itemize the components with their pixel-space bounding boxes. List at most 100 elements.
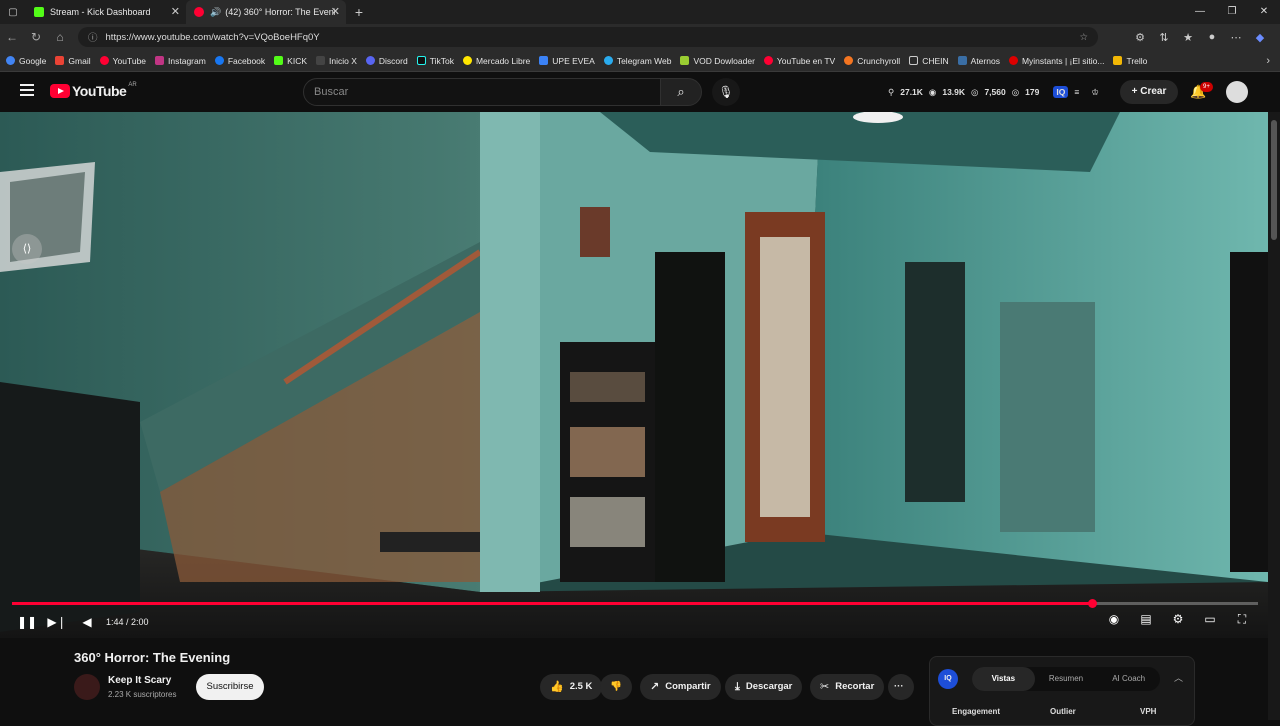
vidiq-logo: IQ — [938, 669, 958, 689]
page-scrollbar[interactable] — [1268, 112, 1280, 720]
bookmark-vod-downloader[interactable]: VOD Dowloader — [680, 56, 755, 66]
channel-avatar[interactable] — [74, 674, 100, 700]
home-icon[interactable]: ⌂ — [48, 30, 72, 44]
youtube-logo[interactable]: YouTube AR — [50, 82, 137, 99]
360-navigation-control[interactable]: ⟨⟩ — [12, 234, 42, 264]
instagram-icon — [155, 56, 165, 65]
bookmark-discord[interactable]: Discord — [365, 56, 408, 66]
crunchyroll-icon — [844, 56, 854, 65]
search-button[interactable]: ⌕ — [660, 78, 702, 106]
bookmark-google[interactable]: Google — [6, 56, 46, 66]
bookmark-instagram[interactable]: Instagram — [155, 56, 206, 66]
youtube-play-icon — [50, 84, 70, 98]
voice-search-button[interactable]: 🎙 — [712, 78, 740, 106]
maximize-icon[interactable]: ❐ — [1216, 0, 1248, 24]
subtitles-icon[interactable]: ▤ — [1130, 612, 1162, 627]
close-tab-icon[interactable]: ✕ — [331, 5, 340, 18]
kick-icon — [34, 7, 44, 17]
settings-gear-icon[interactable]: ⚙ — [1162, 612, 1194, 627]
search-input[interactable]: Buscar — [303, 78, 661, 106]
minimize-icon[interactable]: — — [1184, 0, 1216, 24]
channel-name[interactable]: Keep It Scary — [108, 675, 171, 686]
bookmark-myinstants[interactable]: Myinstants | ¡El sitio... — [1008, 56, 1104, 66]
download-button[interactable]: ⤓ Descargar — [725, 674, 803, 700]
bookmark-tiktok[interactable]: TikTok — [416, 56, 454, 66]
trello-icon — [1113, 56, 1123, 65]
menu-icon[interactable] — [20, 84, 34, 99]
bookmark-kick[interactable]: KICK — [274, 56, 307, 66]
tab-ai-coach[interactable]: AI Coach — [1097, 667, 1160, 691]
bookmark-trello[interactable]: Trello — [1113, 56, 1147, 66]
bookmark-youtube-tv[interactable]: YouTube en TV — [763, 56, 835, 66]
folder-icon — [909, 56, 919, 65]
subscribe-button[interactable]: Suscribirse — [196, 674, 264, 700]
clip-button[interactable]: ✂ Recortar — [810, 674, 885, 700]
scrollbar-thumb[interactable] — [1271, 120, 1277, 240]
tab-resumen[interactable]: Resumen — [1035, 667, 1098, 691]
bookmark-facebook[interactable]: Facebook — [214, 56, 265, 66]
bookmark-gmail[interactable]: Gmail — [55, 56, 91, 66]
video-player[interactable]: ⟨⟩ — [0, 112, 1268, 638]
column-engagement: Engagement — [952, 707, 1001, 716]
bookmark-youtube[interactable]: YouTube — [99, 56, 146, 66]
iq-icon[interactable]: IQ — [1053, 86, 1069, 98]
profile-icon[interactable]: ● — [1200, 31, 1224, 44]
bookmark-chein[interactable]: CHEIN — [909, 56, 949, 66]
theater-mode-icon[interactable]: ▭ — [1194, 612, 1226, 627]
kick-icon — [274, 56, 284, 65]
close-tab-icon[interactable]: ✕ — [171, 5, 180, 18]
split-icon[interactable]: ⇅ — [1152, 31, 1176, 44]
new-tab-button[interactable]: + — [346, 4, 372, 20]
stat-c: 7,560 — [984, 87, 1006, 97]
url-field[interactable]: ⓘ https://www.youtube.com/watch?v=VQoBoe… — [78, 27, 1098, 47]
extensions-icon[interactable]: ⚙ — [1128, 31, 1152, 44]
url-text: https://www.youtube.com/watch?v=VQoBoeHF… — [105, 31, 320, 43]
create-button[interactable]: + Crear — [1120, 80, 1178, 104]
bookmark-mercado-libre[interactable]: Mercado Libre — [462, 56, 530, 66]
pause-icon[interactable]: ❚❚ — [12, 615, 42, 629]
bookmarks-more-icon[interactable]: › — [1266, 55, 1270, 67]
like-button[interactable]: 👍 2.5 K — [540, 674, 603, 700]
more-actions-button[interactable]: ··· — [888, 674, 914, 700]
stat-d: 179 — [1025, 87, 1040, 97]
tab-youtube-video[interactable]: 🔊 (42) 360° Horror: The Evening ✕ — [186, 0, 346, 24]
bookmark-star-icon[interactable]: ☆ — [1079, 32, 1088, 43]
back-icon[interactable]: ← — [0, 30, 24, 44]
google-icon — [6, 56, 15, 65]
telegram-icon — [603, 56, 613, 65]
upe-icon — [539, 56, 549, 65]
video-frame — [0, 112, 1268, 638]
close-window-icon[interactable]: ✕ — [1248, 0, 1280, 24]
copilot-icon[interactable]: ◆ — [1248, 31, 1272, 44]
share-button[interactable]: ↗ Compartir — [640, 674, 721, 700]
trophy-icon[interactable]: ♔ — [1091, 87, 1099, 98]
avatar[interactable] — [1226, 81, 1248, 103]
tiktok-icon — [416, 56, 426, 65]
mic-icon: 🎙 — [718, 85, 734, 99]
views-icon: ◉ — [928, 86, 937, 97]
volume-icon[interactable]: ◀ — [72, 615, 102, 629]
fullscreen-icon[interactable]: ⛶ — [1226, 612, 1258, 627]
bookmark-aternos[interactable]: Aternos — [957, 56, 1000, 66]
dislike-button[interactable]: 👎 — [600, 674, 632, 700]
list-icon[interactable]: ≡ — [1074, 87, 1079, 97]
bookmark-crunchyroll[interactable]: Crunchyroll — [844, 56, 900, 66]
bookmark-telegram[interactable]: Telegram Web — [603, 56, 671, 66]
audio-icon: 🔊 — [210, 6, 222, 17]
reload-icon[interactable]: ↻ — [24, 30, 48, 44]
address-bar: ← ↻ ⌂ ⓘ https://www.youtube.com/watch?v=… — [0, 24, 1280, 50]
favorites-icon[interactable]: ★ — [1176, 31, 1200, 44]
next-icon[interactable]: ▶❘ — [42, 615, 72, 629]
player-right-controls: ◉ ▤ ⚙ ▭ ⛶ — [1098, 612, 1258, 627]
bookmark-upe-evea[interactable]: UPE EVEA — [539, 56, 595, 66]
progress-bar[interactable] — [12, 599, 1258, 608]
tab-kick-dashboard[interactable]: Stream - Kick Dashboard ✕ — [26, 0, 186, 24]
collapse-chevron-icon[interactable]: ︿ — [1174, 671, 1183, 684]
bookmark-x[interactable]: Inicio X — [316, 56, 357, 66]
site-info-icon[interactable]: ⓘ — [88, 30, 98, 44]
menu-icon[interactable]: ⋯ — [1224, 31, 1248, 44]
autoplay-toggle-icon[interactable]: ◉ — [1098, 612, 1130, 627]
download-icon: ⤓ — [735, 681, 740, 693]
tab-actions-icon[interactable]: ▢ — [0, 7, 26, 18]
tab-vistas[interactable]: Vistas — [972, 667, 1035, 691]
